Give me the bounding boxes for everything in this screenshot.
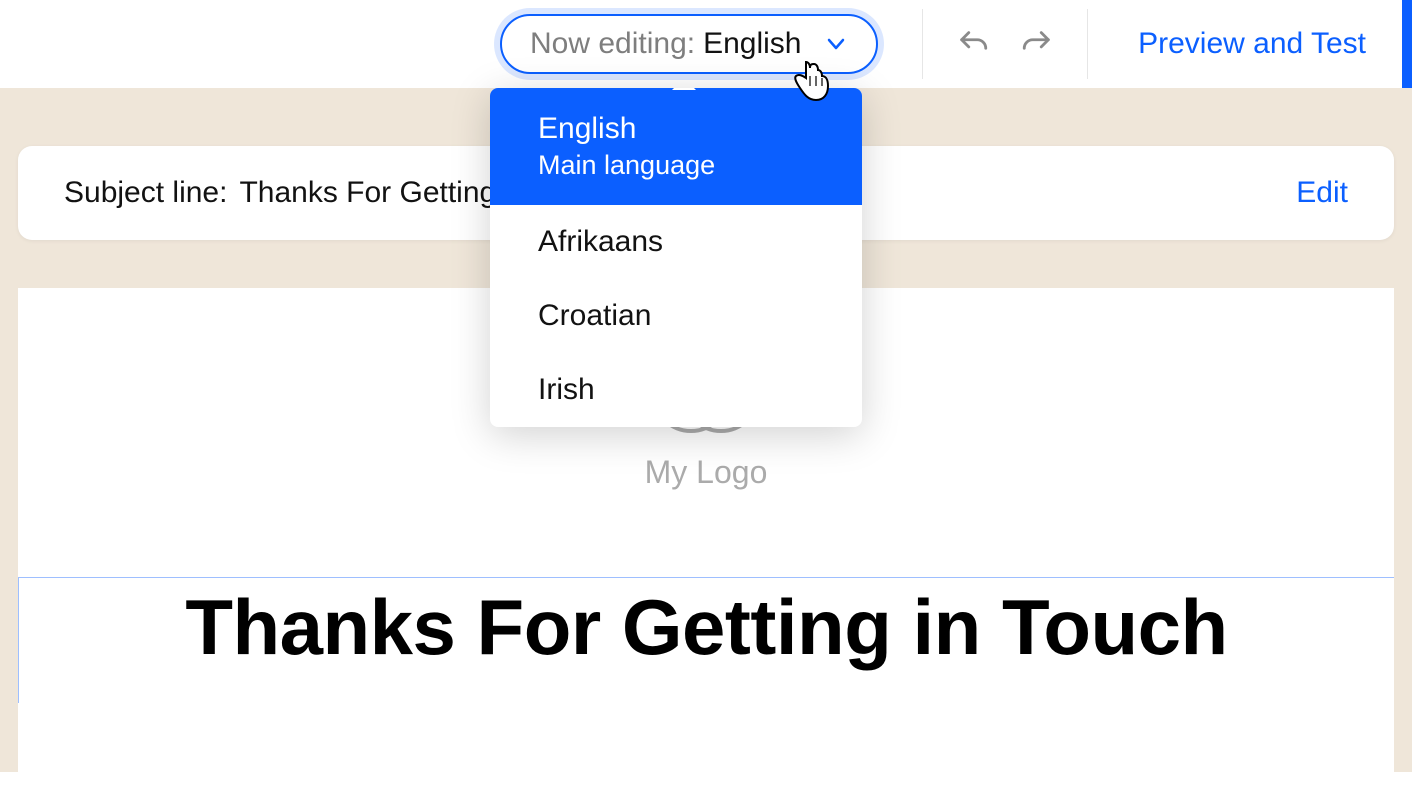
redo-icon [1020,27,1054,61]
logo-placeholder-text: My Logo [645,454,768,491]
language-option-label: Croatian [538,299,651,332]
edit-subject-button[interactable]: Edit [1296,176,1348,210]
language-option-sublabel: Main language [538,150,814,181]
toolbar-accent-bar [1402,0,1412,88]
toolbar-divider [1087,9,1088,79]
language-option-afrikaans[interactable]: Afrikaans [490,205,862,279]
language-option-label: Irish [538,373,595,406]
language-selector-prefix: Now editing: [530,27,695,61]
language-option-irish[interactable]: Irish [490,353,862,427]
redo-button[interactable] [1009,16,1065,72]
language-dropdown: English Main language Afrikaans Croatian… [490,88,862,427]
language-option-label: Afrikaans [538,225,663,258]
editor-toolbar: Now editing: English Preview and Test [0,0,1412,88]
undo-button[interactable] [945,16,1001,72]
undo-redo-group [908,9,1102,79]
language-option-english[interactable]: English Main language [490,88,862,205]
language-option-croatian[interactable]: Croatian [490,279,862,353]
language-selector-current: English [703,27,801,61]
subject-line-label: Subject line: [64,176,227,210]
language-selector[interactable]: Now editing: English [500,14,878,74]
preview-and-test-label: Preview and Test [1138,27,1366,61]
undo-icon [956,27,990,61]
toolbar-divider [922,9,923,79]
headline-block[interactable]: Thanks For Getting in Touch [18,577,1394,703]
chevron-down-icon [824,32,848,56]
preview-and-test-button[interactable]: Preview and Test [1102,0,1402,88]
email-headline: Thanks For Getting in Touch [19,582,1394,673]
language-option-label: English [538,112,814,146]
